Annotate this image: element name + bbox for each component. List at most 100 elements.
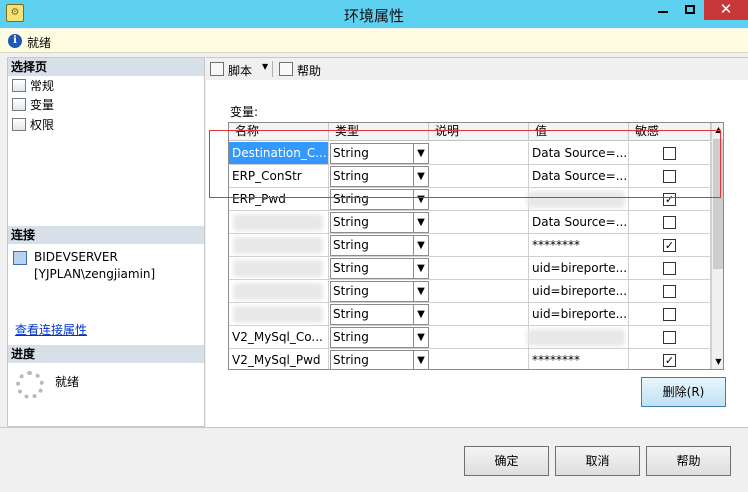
title-bar: ⚙ 环境属性 ✕ [0, 0, 748, 28]
cancel-button[interactable]: 取消 [555, 446, 640, 476]
chevron-down-icon[interactable]: ▼ [413, 212, 429, 233]
unchecked-checkbox[interactable] [663, 285, 676, 298]
variable-value-cell[interactable]: uid=bireporte... [529, 257, 629, 280]
select-page-header: 选择页 [8, 58, 204, 76]
variable-description-cell[interactable] [429, 349, 529, 369]
table-row[interactable]: V2_MySql_Pwd String ▼ ******** ✓ [229, 349, 711, 369]
redacted-value-mask [527, 329, 625, 346]
unchecked-checkbox[interactable] [663, 262, 676, 275]
page-item-variables[interactable]: 变量 [12, 96, 54, 114]
progress-text: 就绪 [55, 375, 80, 389]
variable-value-cell[interactable]: Data Source=... [529, 211, 629, 234]
variable-name-cell[interactable]: V2_MySql_Co... [229, 326, 329, 349]
type-select[interactable]: String [330, 258, 414, 279]
unchecked-checkbox[interactable] [663, 308, 676, 321]
minimize-button[interactable] [650, 0, 676, 20]
minimize-icon [658, 11, 668, 13]
script-icon[interactable] [210, 62, 224, 76]
variable-sensitive-cell [629, 211, 711, 234]
view-connection-properties-link[interactable]: 查看连接属性 [15, 321, 87, 338]
variable-description-cell[interactable] [429, 211, 529, 234]
toolbar: 脚本 ▼ 帮助 [206, 58, 748, 80]
maximize-button[interactable] [677, 0, 703, 20]
page-item-label: 常规 [30, 79, 55, 93]
chevron-down-icon[interactable]: ▼ [413, 327, 429, 348]
wrench-page-icon [12, 79, 26, 92]
left-pane: 选择页 常规 变量 权限 连接 BIDEVSERVER [YJPLAN\zeng… [7, 57, 205, 427]
variable-sensitive-cell [629, 303, 711, 326]
chevron-down-icon[interactable]: ▼ [413, 304, 429, 325]
help-toolbar-button[interactable]: 帮助 [297, 62, 321, 79]
variables-label: 变量: [230, 105, 259, 119]
help-button[interactable]: 帮助 [646, 446, 731, 476]
info-icon: i [8, 34, 22, 48]
variable-sensitive-cell: ✓ [629, 349, 711, 369]
variable-description-cell[interactable] [429, 303, 529, 326]
table-row[interactable]: String ▼ Data Source=... [229, 211, 711, 234]
variable-description-cell[interactable] [429, 326, 529, 349]
type-select[interactable]: String [330, 350, 414, 369]
type-select[interactable]: String [330, 327, 414, 348]
page-item-label: 权限 [30, 118, 55, 132]
variable-sensitive-cell: ✓ [629, 234, 711, 257]
variable-value-cell[interactable]: ******** [529, 234, 629, 257]
type-select[interactable]: String [330, 281, 414, 302]
variable-description-cell[interactable] [429, 280, 529, 303]
redacted-name-mask [233, 214, 323, 231]
type-select[interactable]: String [330, 212, 414, 233]
variable-sensitive-cell [629, 326, 711, 349]
server-name: BIDEVSERVER [34, 250, 118, 264]
ok-button[interactable]: 确定 [464, 446, 549, 476]
variable-value-cell[interactable]: ******** [529, 349, 629, 369]
table-row[interactable]: String ▼ uid=bireporte... [229, 280, 711, 303]
progress-header: 进度 [8, 345, 204, 363]
toolbar-separator [272, 61, 273, 77]
variable-value-cell[interactable]: uid=bireporte... [529, 280, 629, 303]
status-bar: i 就绪 [0, 29, 748, 53]
page-item-label: 变量 [30, 98, 55, 112]
redacted-name-mask [233, 237, 323, 254]
status-text: 就绪 [27, 36, 52, 50]
table-row[interactable]: String ▼ ******** ✓ [229, 234, 711, 257]
close-icon: ✕ [719, 0, 733, 18]
close-button[interactable]: ✕ [704, 0, 748, 20]
type-select[interactable]: String [330, 235, 414, 256]
table-row[interactable]: V2_MySql_Co... String ▼ [229, 326, 711, 349]
variable-description-cell[interactable] [429, 234, 529, 257]
unchecked-checkbox[interactable] [663, 331, 676, 344]
type-select[interactable]: String [330, 304, 414, 325]
user-name: [YJPLAN\zengjiamin] [34, 267, 156, 281]
wrench-page-icon [12, 98, 26, 111]
scroll-down-icon[interactable]: ▼ [712, 355, 723, 369]
chevron-down-icon[interactable]: ▼ [413, 281, 429, 302]
chevron-down-icon[interactable]: ▼ [413, 235, 429, 256]
variable-description-cell[interactable] [429, 257, 529, 280]
dialog-button-bar: 确定 取消 帮助 [0, 427, 748, 492]
page-item-general[interactable]: 常规 [12, 77, 54, 95]
redacted-name-mask [233, 283, 323, 300]
page-item-permissions[interactable]: 权限 [12, 116, 54, 134]
table-row[interactable]: String ▼ uid=bireporte... [229, 257, 711, 280]
highlight-outline [209, 130, 721, 198]
right-pane: 脚本 ▼ 帮助 变量: 名称 类型 说明 值 敏感 Destination_C.… [206, 57, 748, 427]
checked-checkbox[interactable]: ✓ [663, 354, 676, 367]
redacted-name-mask [233, 306, 323, 323]
variable-sensitive-cell [629, 280, 711, 303]
progress-spinner-icon [16, 371, 44, 399]
redacted-name-mask [233, 260, 323, 277]
connection-header: 连接 [8, 226, 204, 244]
help-icon[interactable] [279, 62, 293, 76]
variable-value-cell[interactable]: uid=bireporte... [529, 303, 629, 326]
unchecked-checkbox[interactable] [663, 216, 676, 229]
window-title: 环境属性 [343, 7, 404, 25]
server-icon [13, 251, 27, 265]
checked-checkbox[interactable]: ✓ [663, 239, 676, 252]
script-button[interactable]: 脚本 [228, 62, 252, 79]
chevron-down-icon[interactable]: ▼ [413, 258, 429, 279]
chevron-down-icon[interactable]: ▼ [413, 350, 429, 369]
dropdown-arrow-icon[interactable]: ▼ [262, 62, 268, 71]
table-row[interactable]: String ▼ uid=bireporte... [229, 303, 711, 326]
variable-name-cell[interactable]: V2_MySql_Pwd [229, 349, 329, 369]
wrench-page-icon [12, 118, 26, 131]
delete-button[interactable]: 删除(R) [641, 377, 726, 407]
